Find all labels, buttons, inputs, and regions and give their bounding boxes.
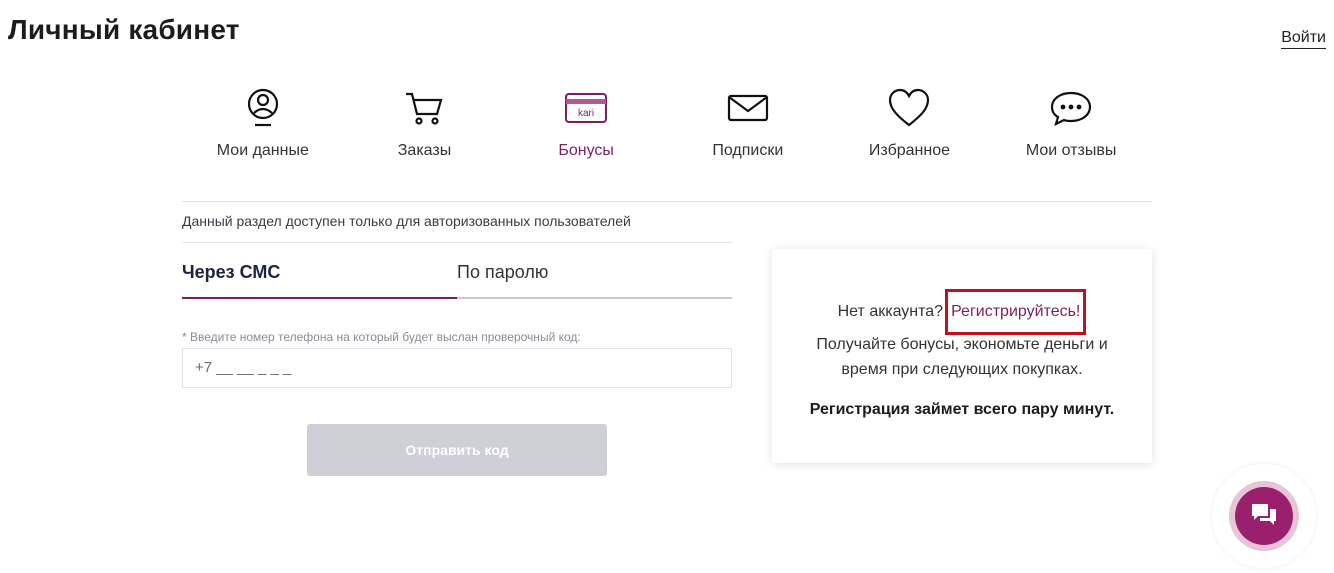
- register-note: Регистрация займет всего пару минут.: [809, 401, 1115, 418]
- phone-field-label: * Введите номер телефона на который буде…: [182, 330, 581, 344]
- register-link[interactable]: Регистрируйтесь!: [945, 289, 1087, 335]
- nav-label: Подписки: [712, 142, 784, 159]
- tab-sms[interactable]: Через СМС: [182, 252, 457, 299]
- nav-item-my-data[interactable]: Мои данные: [182, 86, 344, 166]
- register-card: Нет аккаунта? Регистрируйтесь! Получайте …: [772, 249, 1152, 463]
- bonus-card-icon: kari: [564, 86, 608, 130]
- register-line: Нет аккаунта? Регистрируйтесь!: [772, 289, 1152, 335]
- account-nav: Мои данные Заказы kari Бонусы Подписки И…: [182, 86, 1152, 166]
- login-link[interactable]: Войти: [1281, 29, 1326, 49]
- nav-item-orders[interactable]: Заказы: [344, 86, 506, 166]
- nav-label: Бонусы: [558, 142, 614, 159]
- nav-label: Избранное: [868, 142, 950, 159]
- user-profile-icon: [241, 86, 285, 130]
- register-benefits: Получайте бонусы, экономьте деньги и вре…: [816, 336, 1108, 378]
- page-title: Личный кабинет: [8, 14, 240, 45]
- card-brand-text: kari: [578, 108, 594, 119]
- cart-icon: [402, 86, 446, 130]
- auth-tabs: Через СМС По паролю: [182, 252, 732, 299]
- heart-icon: [887, 86, 931, 130]
- tab-password[interactable]: По паролю: [457, 252, 732, 297]
- no-account-text: Нет аккаунта?: [837, 303, 944, 320]
- envelope-icon: [726, 86, 770, 130]
- phone-input[interactable]: +7 __ __ _ _ _: [182, 348, 732, 388]
- chat-bubble-icon: [1049, 86, 1093, 130]
- nav-label: Мои данные: [216, 142, 309, 159]
- nav-label: Мои отзывы: [1025, 142, 1117, 159]
- chat-icon: [1250, 501, 1278, 532]
- nav-item-subscriptions[interactable]: Подписки: [667, 86, 829, 166]
- divider: [182, 242, 732, 243]
- chat-widget-button[interactable]: [1235, 487, 1293, 545]
- nav-item-favorites[interactable]: Избранное: [829, 86, 991, 166]
- divider: [182, 201, 1152, 202]
- auth-notice: Данный раздел доступен только для автори…: [182, 213, 631, 229]
- nav-label: Заказы: [397, 142, 452, 159]
- nav-item-bonuses[interactable]: kari Бонусы: [505, 86, 667, 166]
- send-code-button[interactable]: Отправить код: [307, 424, 607, 476]
- nav-item-reviews[interactable]: Мои отзывы: [990, 86, 1152, 166]
